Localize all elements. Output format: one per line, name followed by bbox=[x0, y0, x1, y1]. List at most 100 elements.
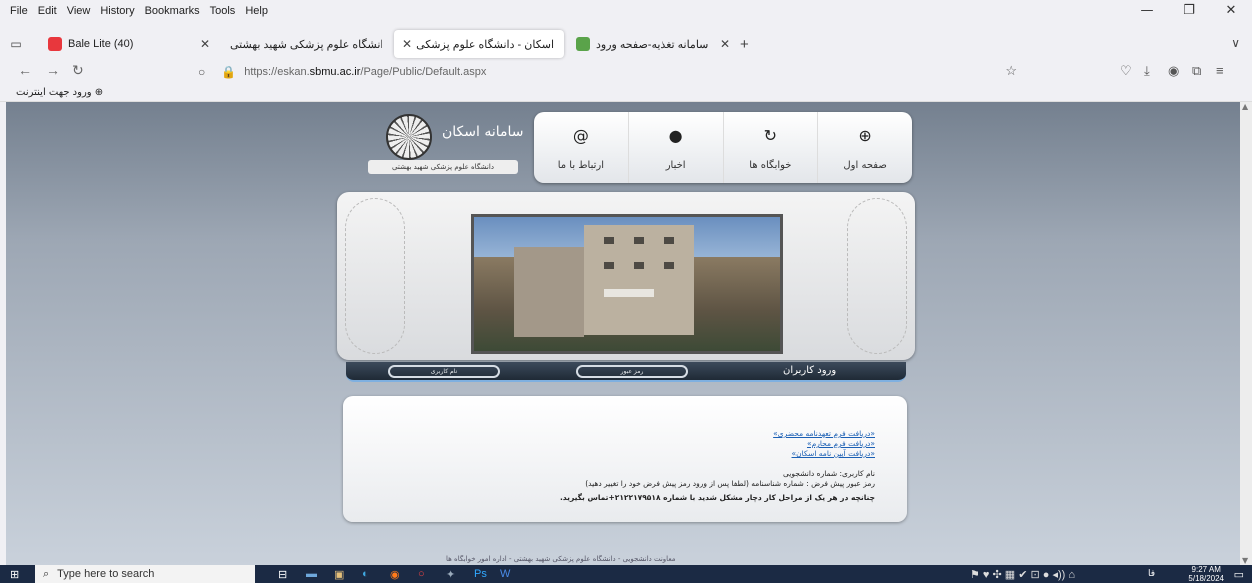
pocket-icon[interactable]: ♡ bbox=[1120, 63, 1132, 79]
window bbox=[604, 262, 614, 269]
bookmark-star-icon[interactable]: ☆ bbox=[1005, 63, 1017, 79]
taghzieh-favicon-icon bbox=[576, 37, 590, 51]
site-footer: معاونت دانشجویی - دانشگاه علوم پزشکی شهی… bbox=[446, 555, 676, 563]
regulations-link[interactable]: «دریافت آیین نامه اسکان» bbox=[343, 449, 875, 459]
building-side bbox=[514, 247, 584, 337]
login-bar: نام کاربری رمز عبور ورود کاربران bbox=[346, 362, 906, 382]
word-icon[interactable]: W bbox=[500, 568, 510, 580]
tab-close-icon[interactable]: ✕ bbox=[200, 37, 210, 51]
tray-icons[interactable]: ⚑ ♥ ✣ ▦ ✔ ⊡ ● ◂)) ⌂ bbox=[970, 568, 1075, 581]
nav-dorms[interactable]: ↻ خوابگاه ها bbox=[722, 112, 818, 183]
firefox-icon[interactable]: ◉ bbox=[390, 568, 400, 581]
nav-news[interactable]: ● اخبار bbox=[627, 112, 723, 183]
pledge-form-link[interactable]: «دریافت فرم تعهدنامه محضری» bbox=[343, 429, 875, 439]
close-window-button[interactable]: ✕ bbox=[1210, 0, 1252, 22]
photo-frame bbox=[337, 192, 915, 360]
nav-label: اخبار bbox=[665, 160, 686, 171]
menu-bookmarks[interactable]: Bookmarks bbox=[145, 5, 200, 17]
tab-bar: ▭ Bale Lite (40) ✕ دانشگاه علوم پزشکی شه… bbox=[0, 28, 1252, 60]
tab-bale[interactable]: Bale Lite (40) ✕ bbox=[40, 30, 218, 58]
tab-close-icon[interactable]: ✕ bbox=[720, 37, 730, 51]
restore-button[interactable]: ❐ bbox=[1168, 0, 1210, 22]
download-icon[interactable]: ⤓ bbox=[1144, 63, 1150, 79]
menu-help[interactable]: Help bbox=[245, 5, 268, 17]
top-navigation: @ ارتباط با ما ● اخبار ↻ خوابگاه ها ⊕ صف… bbox=[534, 112, 912, 183]
bookmarks-bar: ورود جهت اینترنت ⊕ bbox=[0, 84, 1252, 102]
at-sign-icon: @ bbox=[572, 125, 589, 145]
tab-sbmu[interactable]: دانشگاه علوم پزشکی شهید بهشتی | ... bbox=[222, 30, 390, 58]
nav-home[interactable]: ⊕ صفحه اول bbox=[817, 112, 912, 183]
photoshop-icon[interactable]: Ps bbox=[474, 568, 487, 580]
tab-title: دانشگاه علوم پزشکی شهید بهشتی | ... bbox=[230, 38, 382, 51]
university-emblem-icon bbox=[386, 114, 432, 160]
username-note: نام کاربری: شماره دانشجویی bbox=[783, 469, 875, 478]
bale-favicon-icon bbox=[48, 37, 62, 51]
windows-taskbar: ⊞ ⌕ Type here to search ⊟ ▬ ▣ ◐ ◉ ○ ✦ Ps… bbox=[0, 565, 1252, 583]
windows-start-icon[interactable]: ⊞ bbox=[10, 568, 19, 581]
reload-icon[interactable]: ↻ bbox=[72, 62, 84, 79]
store-icon[interactable]: ▣ bbox=[334, 568, 344, 581]
opera-icon[interactable]: ○ bbox=[418, 568, 425, 580]
navigation-bar: ← → ↻ ○ 🔒 https://eskan. sbmu.ac.ir/Page/… bbox=[0, 60, 1252, 84]
menu-tools[interactable]: Tools bbox=[210, 5, 236, 17]
tab-close-icon[interactable]: ✕ bbox=[402, 37, 412, 51]
entrance-banner bbox=[604, 289, 654, 297]
taskbar-search[interactable]: ⌕ Type here to search bbox=[35, 565, 255, 583]
username-field[interactable]: نام کاربری bbox=[388, 365, 500, 378]
tab-title: Bale Lite (40) bbox=[68, 38, 134, 50]
minimize-button[interactable]: — bbox=[1126, 0, 1168, 22]
nav-label: ارتباط با ما bbox=[557, 160, 605, 171]
info-panel: «دریافت فرم تعهدنامه محضری» «دریافت فرم … bbox=[343, 396, 907, 522]
menu-edit[interactable]: Edit bbox=[38, 5, 57, 17]
extensions-icon[interactable]: ⧉ bbox=[1192, 63, 1201, 79]
left-ornament bbox=[345, 198, 405, 354]
menu-view[interactable]: View bbox=[67, 5, 91, 17]
page-viewport: سامانه اسکان دانشگاه علوم پزشکی شهید بهش… bbox=[6, 102, 1240, 565]
site-subtitle: دانشگاه علوم پزشکی شهید بهشتی bbox=[368, 160, 518, 174]
app-icon[interactable]: ✦ bbox=[446, 568, 455, 581]
bookmark-item[interactable]: ورود جهت اینترنت ⊕ bbox=[16, 87, 103, 98]
hamburger-menu-icon[interactable]: ≡ bbox=[1216, 63, 1224, 78]
tab-list-button[interactable]: ∨ bbox=[1231, 36, 1240, 50]
site-logo: سامانه اسکان دانشگاه علوم پزشکی شهید بهش… bbox=[362, 112, 532, 178]
nav-contact[interactable]: @ ارتباط با ما bbox=[534, 112, 628, 183]
forward-arrow-icon[interactable]: → bbox=[46, 62, 60, 78]
notification-icon[interactable]: ▭ bbox=[1234, 568, 1244, 581]
back-arrow-icon[interactable]: ← bbox=[18, 62, 32, 78]
menu-file[interactable]: File bbox=[10, 5, 28, 17]
edge-icon[interactable]: ◐ bbox=[362, 568, 369, 580]
shield-icon[interactable]: ○ bbox=[198, 65, 205, 79]
menu-history[interactable]: History bbox=[100, 5, 134, 17]
lock-icon[interactable]: 🔒 bbox=[221, 65, 236, 79]
scroll-up-icon[interactable]: ▲ bbox=[1242, 102, 1248, 111]
news-eye-icon: ● bbox=[668, 125, 683, 145]
page-scrollbar[interactable]: ▲ ▼ bbox=[1240, 102, 1252, 565]
nav-label: صفحه اول bbox=[843, 160, 887, 171]
login-heading: ورود کاربران bbox=[783, 365, 837, 376]
right-ornament bbox=[847, 198, 907, 354]
dormitory-photo bbox=[471, 214, 783, 354]
site-title: سامانه اسکان bbox=[442, 124, 524, 140]
clock-date: 5/18/2024 bbox=[1188, 574, 1224, 583]
url-domain: sbmu.ac.ir bbox=[309, 66, 361, 78]
tab-title: سامانه اسکان - دانشگاه علوم پزشکی bbox=[416, 38, 556, 51]
tab-overview-icon[interactable]: ▭ bbox=[0, 37, 32, 51]
language-indicator[interactable]: فا bbox=[1148, 568, 1155, 579]
tab-taghzieh[interactable]: سامانه تغذیه-صفحه ورود ✕ bbox=[568, 30, 738, 58]
window bbox=[664, 237, 674, 244]
account-icon[interactable]: ◉ bbox=[1168, 63, 1179, 79]
new-tab-button[interactable]: + bbox=[740, 36, 749, 53]
tab-eskan[interactable]: ✕ سامانه اسکان - دانشگاه علوم پزشکی bbox=[394, 30, 564, 58]
url-bar[interactable]: ○ 🔒 https://eskan. sbmu.ac.ir/Page/Public… bbox=[190, 60, 1025, 84]
url-path: /Page/Public/Default.aspx bbox=[360, 66, 487, 78]
password-field[interactable]: رمز عبور bbox=[576, 365, 688, 378]
scroll-down-icon[interactable]: ▼ bbox=[1242, 556, 1248, 565]
window bbox=[604, 237, 614, 244]
relatives-form-link[interactable]: «دریافت فرم محارم» bbox=[343, 439, 875, 449]
clock-time: 9:27 AM bbox=[1191, 565, 1221, 574]
taskbar-clock[interactable]: 9:27 AM 5/18/2024 bbox=[1188, 565, 1224, 583]
task-view-icon[interactable]: ⊟ bbox=[278, 568, 287, 581]
search-icon: ⌕ bbox=[43, 567, 50, 580]
window-controls: — ❐ ✕ bbox=[1126, 0, 1252, 22]
file-explorer-icon[interactable]: ▬ bbox=[306, 568, 317, 580]
